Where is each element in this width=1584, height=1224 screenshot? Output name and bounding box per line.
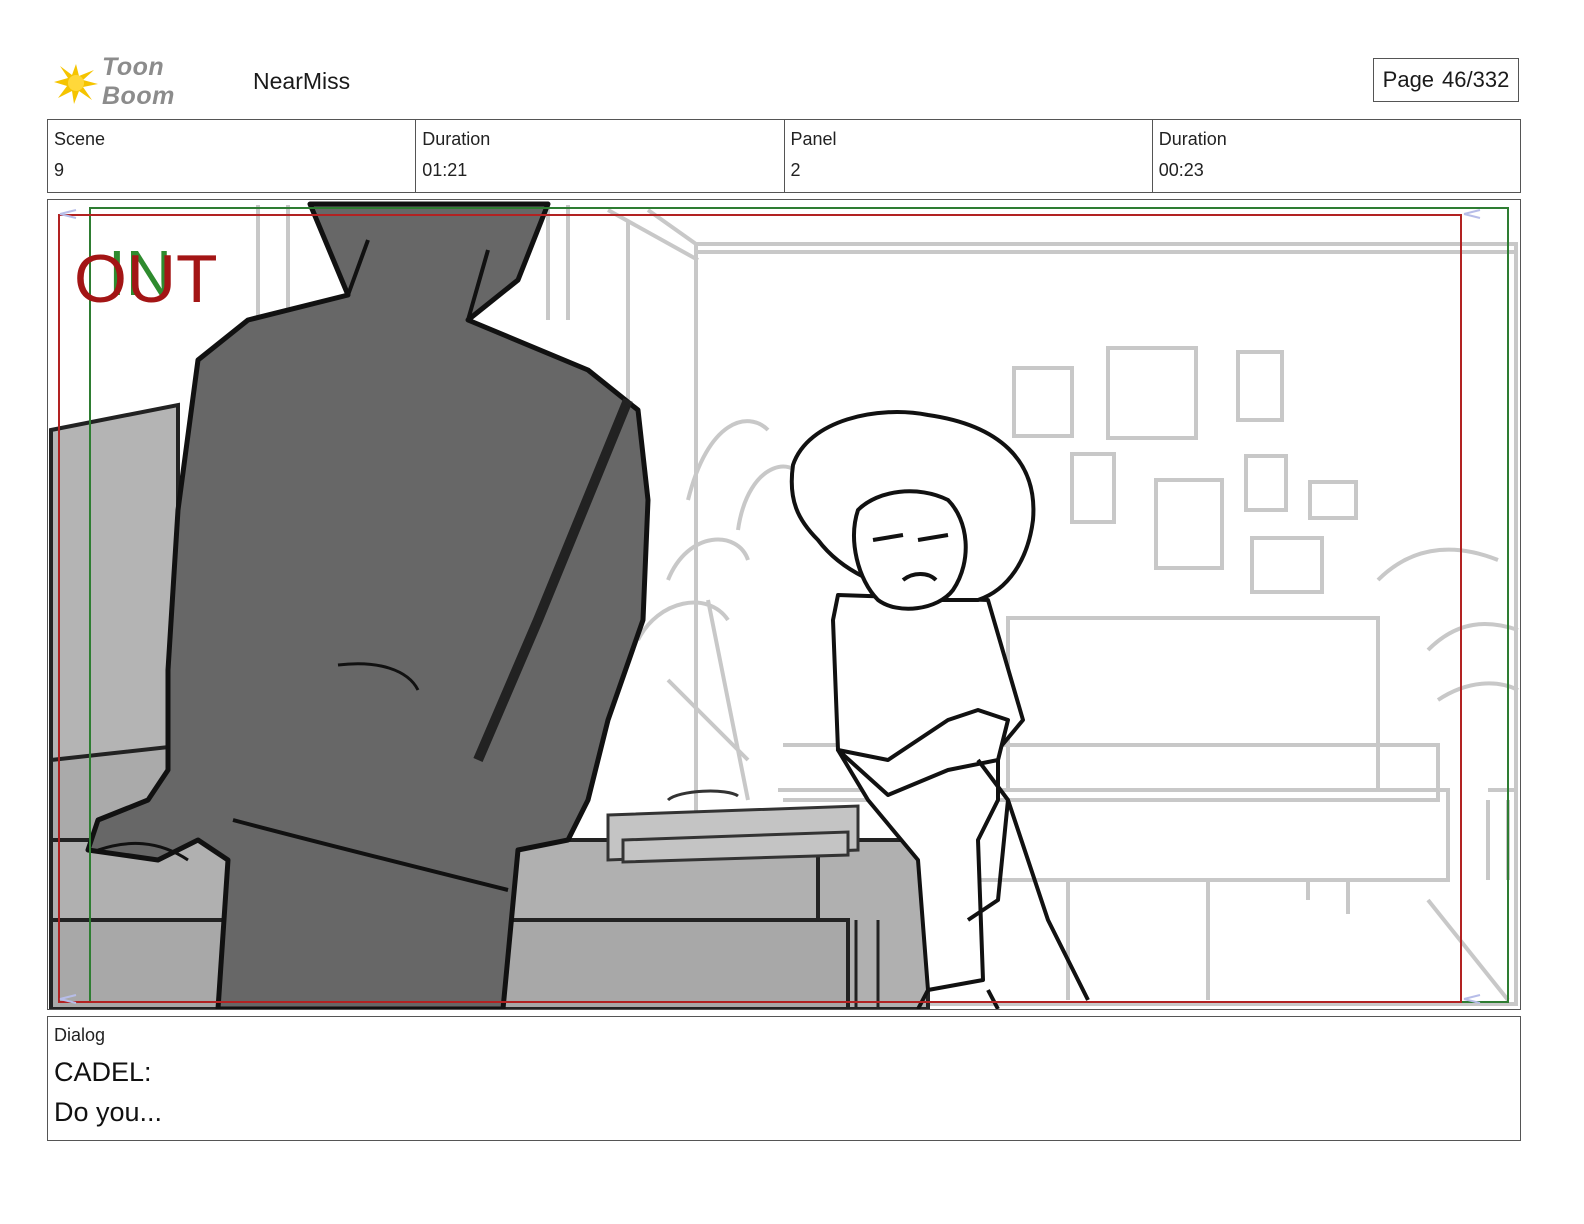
panel-label: Panel xyxy=(790,129,837,149)
toon-boom-logo: Toon Boom xyxy=(50,53,240,110)
panel-duration-cell: Duration 00:23 xyxy=(1153,120,1520,192)
panel-cell: Panel 2 xyxy=(785,120,1153,192)
panel-value: 2 xyxy=(790,160,801,180)
project-title: NearMiss xyxy=(253,68,351,94)
starburst-icon xyxy=(54,64,98,104)
dialog-text: Do you... xyxy=(54,1097,163,1127)
scene-value: 9 xyxy=(54,160,65,180)
panel-duration-label: Duration xyxy=(1158,129,1227,149)
page-value: 46/332 xyxy=(1442,67,1510,92)
page-indicator: Page 46/332 xyxy=(1373,58,1519,102)
info-table: Scene 9 Duration 01:21 Panel 2 Duration … xyxy=(47,119,1521,193)
panel-duration-value: 00:23 xyxy=(1158,160,1204,180)
scene-duration-label: Duration xyxy=(422,129,491,149)
logo-text: Toon Boom xyxy=(102,53,175,110)
scene-duration-value: 01:21 xyxy=(422,160,468,180)
dialog-character: CADEL: xyxy=(54,1057,152,1087)
dialog-label: Dialog xyxy=(54,1025,106,1045)
dialog-box: Dialog CADEL: Do you... xyxy=(47,1016,1521,1141)
scene-label: Scene xyxy=(54,129,106,149)
storyboard-panel: IN OUT xyxy=(47,199,1521,1010)
scene-cell: Scene 9 xyxy=(48,120,417,192)
scene-duration-cell: Duration 01:21 xyxy=(416,120,785,192)
out-marker: OUT xyxy=(74,241,218,317)
page-label: Page xyxy=(1382,67,1435,92)
panel-artwork: IN OUT xyxy=(49,201,1519,1009)
